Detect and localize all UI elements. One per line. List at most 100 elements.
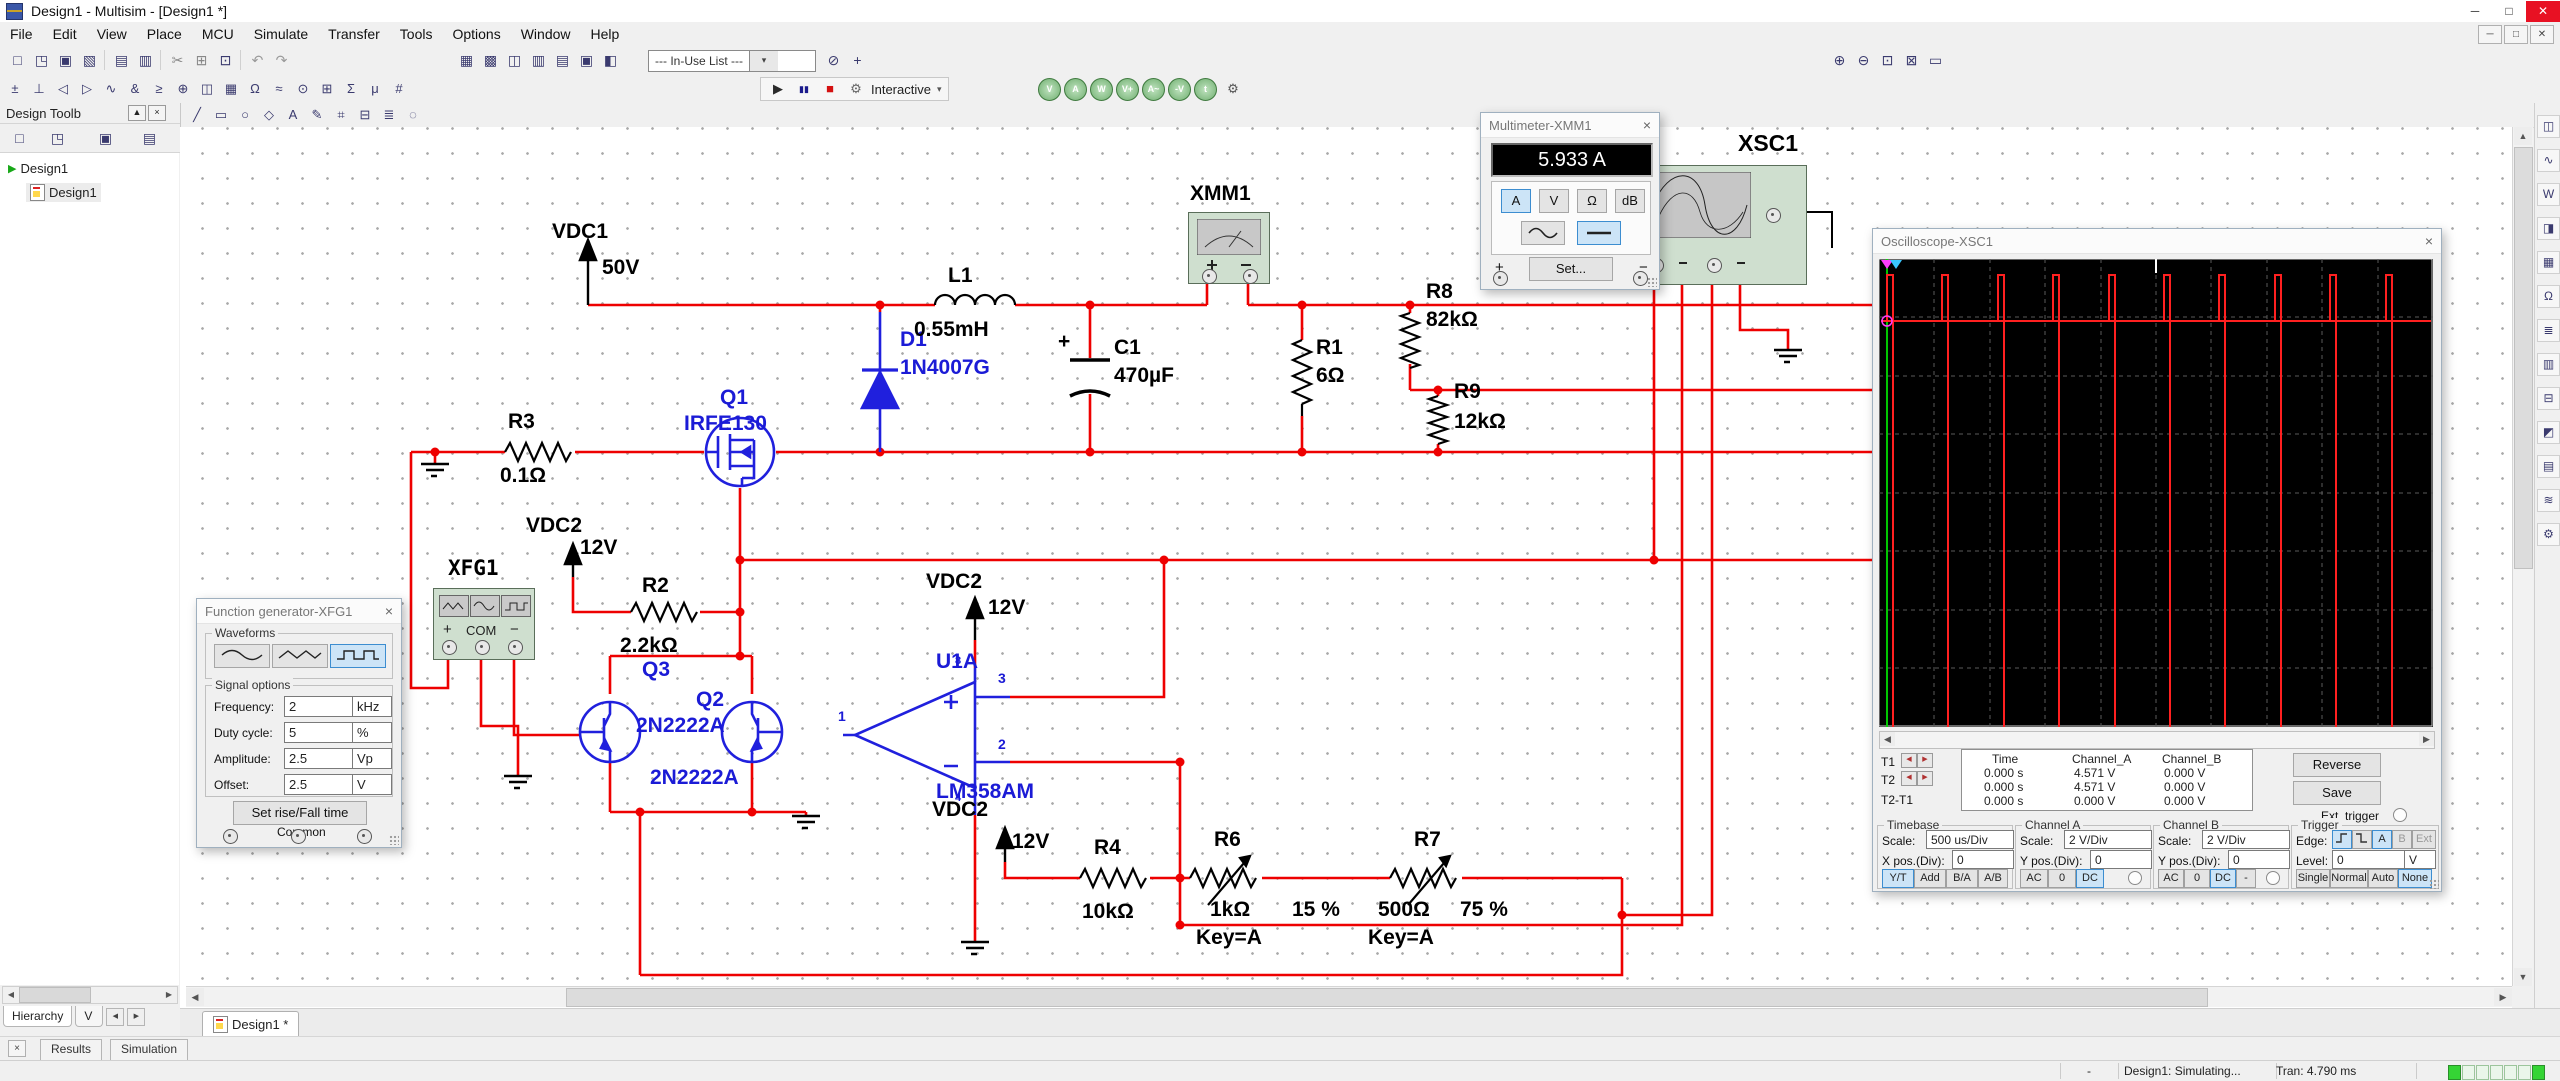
xsc1-instrument-icon[interactable] xyxy=(1640,165,1807,285)
distortion-analyzer-tool-icon[interactable]: ≋ xyxy=(2537,489,2560,512)
xmm1-plus-terminal[interactable] xyxy=(1202,269,1217,284)
run-simulation-button[interactable]: ▶ xyxy=(767,80,789,98)
trigger-ext-button[interactable]: Ext xyxy=(2412,830,2436,849)
tab-design1[interactable]: Design1 * xyxy=(202,1011,299,1036)
grid-tool-icon[interactable]: ⌗ xyxy=(330,104,352,125)
label-r7[interactable]: R7 xyxy=(1414,828,1441,852)
square-waveform-button[interactable] xyxy=(330,644,386,668)
place-misc-digital-icon[interactable]: ⊕ xyxy=(172,78,194,99)
multimeter-titlebar[interactable]: Multimeter-XMM1 × xyxy=(1481,113,1659,138)
chb-dc-button[interactable]: DC xyxy=(2210,869,2236,888)
frequency-counter-tool-icon[interactable]: ≣ xyxy=(2537,319,2560,342)
zoom-area-icon[interactable]: ⊡ xyxy=(1876,49,1899,72)
junction-tool-icon[interactable]: ◌ xyxy=(402,104,424,125)
place-indicator-icon[interactable]: ▦ xyxy=(220,78,242,99)
scroll-thumb[interactable] xyxy=(19,987,91,1003)
label-r1-value[interactable]: 6Ω xyxy=(1316,364,1345,388)
duty-cycle-input[interactable]: 5 xyxy=(284,722,356,743)
reverse-button[interactable]: Reverse xyxy=(2293,753,2381,777)
voltage-probe-icon[interactable]: V xyxy=(1038,78,1061,101)
maximize-button[interactable]: □ xyxy=(2492,1,2526,22)
zoom-in-icon[interactable]: ⊕ xyxy=(1828,49,1851,72)
resize-grip[interactable] xyxy=(2429,879,2439,889)
mode-db-button[interactable]: dB xyxy=(1615,189,1645,213)
cha-zero-button[interactable]: 0 xyxy=(2048,869,2076,888)
label-q1-value[interactable]: IRFE130 xyxy=(684,412,767,436)
none-button[interactable]: None xyxy=(2398,869,2432,888)
menu-edit[interactable]: Edit xyxy=(43,23,87,45)
label-r9[interactable]: R9 xyxy=(1454,380,1481,404)
scroll-right-icon[interactable]: ▶ xyxy=(161,987,177,1003)
xmm1-minus-terminal[interactable] xyxy=(1243,269,1258,284)
voltage-ref-probe-icon[interactable]: V+ xyxy=(1116,78,1139,101)
label-r4-value[interactable]: 10kΩ xyxy=(1082,900,1134,924)
label-vdc1-value[interactable]: 50V xyxy=(602,256,639,280)
show-border-icon[interactable]: ▩ xyxy=(479,49,502,72)
redo-icon[interactable]: ↷ xyxy=(270,49,293,72)
close-design-icon[interactable]: ▤ xyxy=(138,127,161,150)
interactive-label[interactable]: Interactive xyxy=(871,82,931,97)
multimeter-plus-terminal[interactable] xyxy=(1493,271,1508,286)
menu-options[interactable]: Options xyxy=(442,23,510,45)
sine-waveform-button[interactable] xyxy=(214,644,270,668)
menu-transfer[interactable]: Transfer xyxy=(318,23,390,45)
cha-dc-button[interactable]: DC xyxy=(2076,869,2104,888)
add-button[interactable]: Add xyxy=(1914,869,1946,888)
chb-scale-value[interactable]: 2 V/Div xyxy=(2202,830,2290,849)
scope-scroll-right-icon[interactable]: ▶ xyxy=(2419,732,2434,746)
new-file-icon[interactable]: □ xyxy=(6,49,29,72)
fgen-plus-terminal[interactable] xyxy=(223,829,238,844)
place-ttl-icon[interactable]: & xyxy=(124,78,146,99)
label-vdc2c-value[interactable]: 12V xyxy=(1012,830,1049,854)
place-source-icon[interactable]: ± xyxy=(4,78,26,99)
label-r6-key[interactable]: Key=A xyxy=(1196,926,1262,950)
spreadsheet-view-icon[interactable]: ▤ xyxy=(551,49,574,72)
multimeter-minus-terminal[interactable] xyxy=(1633,271,1648,286)
zoom-out-icon[interactable]: ⊖ xyxy=(1852,49,1875,72)
canvas-vertical-scrollbar[interactable]: ▲ ▼ xyxy=(2512,127,2533,986)
place-advanced-peripherals-icon[interactable]: ⊙ xyxy=(292,78,314,99)
xsc1-b-terminal[interactable] xyxy=(1707,258,1722,273)
multimeter-close-icon[interactable]: × xyxy=(1643,117,1651,133)
oscilloscope-window[interactable]: Oscilloscope-XSC1 × ◀ ▶ T1 ◀ ▶ T2 ◀ ▶ T2 xyxy=(1872,228,2442,892)
timebase-xpos-value[interactable]: 0 xyxy=(1952,850,2014,869)
polygon-tool-icon[interactable]: ◇ xyxy=(258,104,280,125)
tree-item-design1-sheet[interactable]: Design1 xyxy=(26,183,101,202)
label-vdc2c[interactable]: VDC2 xyxy=(932,798,988,822)
resize-grip[interactable] xyxy=(389,835,399,845)
line-tool-icon[interactable]: ╱ xyxy=(186,104,208,125)
tabs-scroll-right-icon[interactable]: ▶ xyxy=(127,1008,145,1026)
level-unit[interactable]: V xyxy=(2404,850,2436,869)
erc-icon[interactable]: ⊘ xyxy=(822,49,845,72)
new-design-icon[interactable]: □ xyxy=(8,127,31,150)
mdi-minimize-button[interactable]: ─ xyxy=(2478,25,2502,44)
t1-right-icon[interactable]: ▶ xyxy=(1917,753,1933,768)
save-design-icon[interactable]: ▣ xyxy=(94,127,117,150)
scroll-left-icon[interactable]: ◀ xyxy=(186,988,204,1006)
interactive-dropdown-icon[interactable]: ▾ xyxy=(937,84,942,95)
xmm1-instrument-icon[interactable] xyxy=(1188,212,1270,284)
add-component-icon[interactable]: + xyxy=(846,49,869,72)
logic-converter-tool-icon[interactable]: ◩ xyxy=(2537,421,2560,444)
multimeter-tool-icon[interactable]: ◫ xyxy=(2537,115,2560,138)
label-r7-percent[interactable]: 75 % xyxy=(1460,898,1508,922)
show-ruler-icon[interactable]: ▥ xyxy=(527,49,550,72)
dropdown-arrow-icon[interactable]: ▾ xyxy=(749,51,778,71)
place-mixed-icon[interactable]: ◫ xyxy=(196,78,218,99)
ac-mode-button[interactable] xyxy=(1521,221,1565,245)
t2-left-icon[interactable]: ◀ xyxy=(1901,771,1917,786)
scope-scrollbar[interactable]: ◀ ▶ xyxy=(1879,731,2435,749)
xfg1-plus-terminal[interactable] xyxy=(442,640,457,655)
label-r6-percent[interactable]: 15 % xyxy=(1292,898,1340,922)
label-r2-value[interactable]: 2.2kΩ xyxy=(620,634,678,658)
place-misc-icon[interactable]: ≈ xyxy=(268,78,290,99)
set-rise-fall-button[interactable]: Set rise/Fall time xyxy=(233,801,367,825)
dc-mode-button[interactable] xyxy=(1577,221,1621,245)
label-d1-value[interactable]: 1N4007G xyxy=(900,356,990,380)
label-q2[interactable]: Q2 xyxy=(696,688,724,712)
comment-tool-icon[interactable]: ✎ xyxy=(306,104,328,125)
tab-hierarchy[interactable]: Hierarchy xyxy=(3,1006,72,1027)
amplitude-unit[interactable]: Vp xyxy=(352,748,392,769)
label-r1[interactable]: R1 xyxy=(1316,336,1343,360)
place-analog-icon[interactable]: ∿ xyxy=(100,78,122,99)
